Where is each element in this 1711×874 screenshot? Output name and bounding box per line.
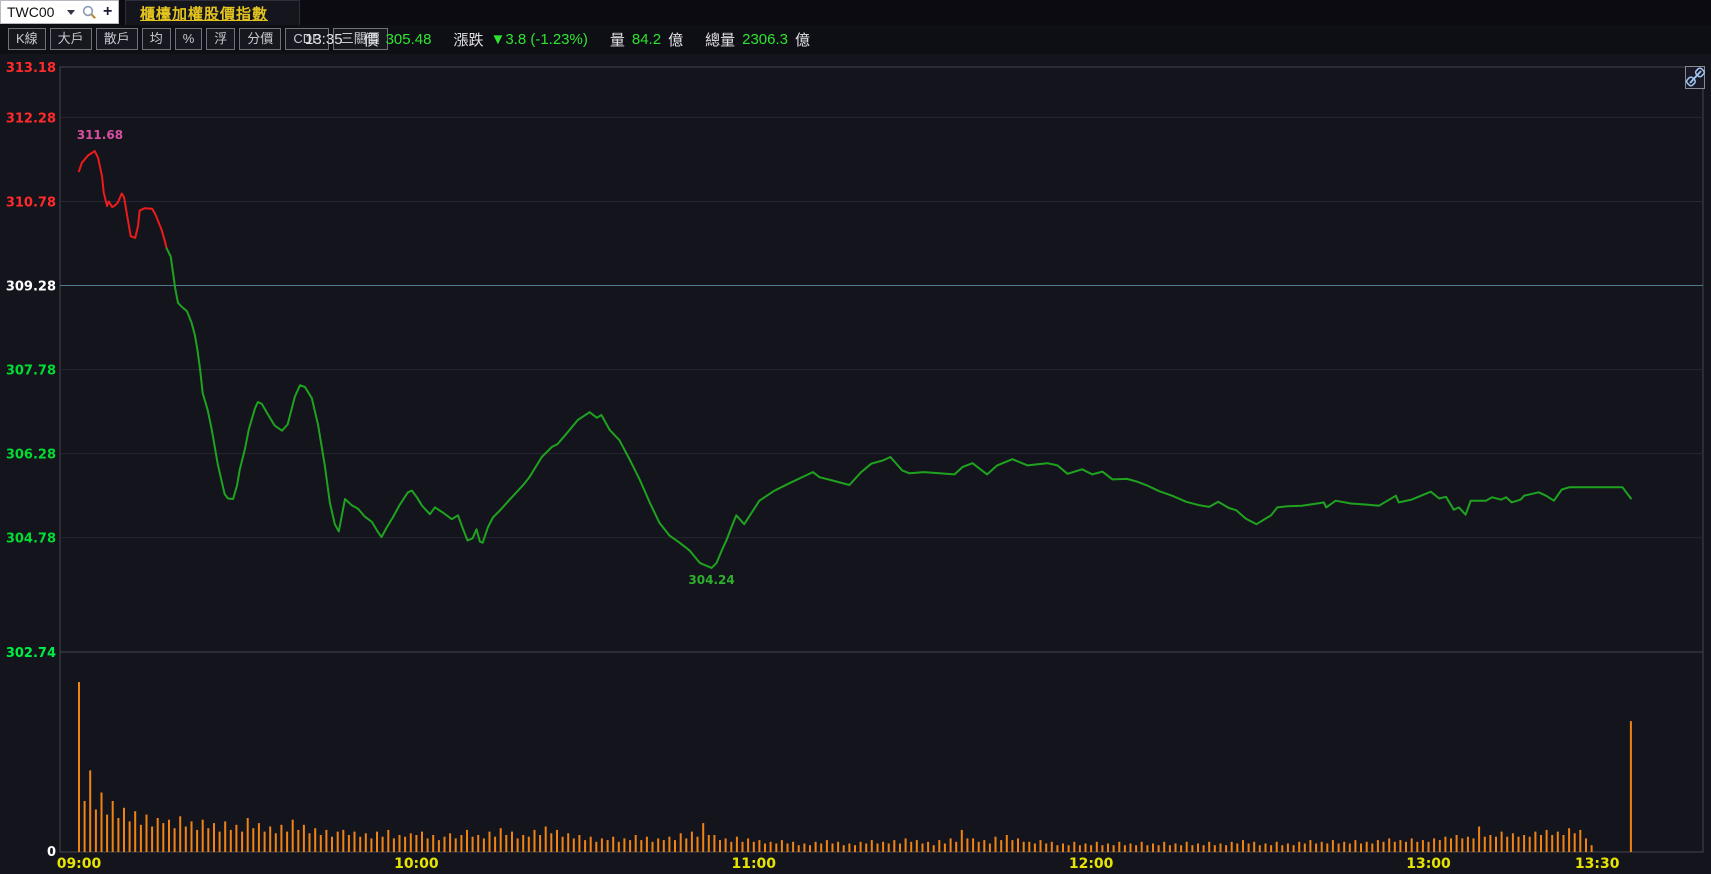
symbol-input[interactable] [1,2,67,22]
quote-time: 13:35 [305,31,343,48]
title-row: + 櫃檯加權股價指數 [0,0,1711,25]
volume-value: 84.2 [631,31,662,48]
y-axis-label: 302.74 [6,646,56,661]
x-axis-label-1100: 11:00 [731,856,776,872]
app-window: 313.18 312.28 310.78 309.28 307.78 306.28 304.… [0,0,1711,874]
y-axis-label: 306.28 [6,448,56,463]
x-axis-label-1200: 12:00 [1069,856,1114,872]
search-icon[interactable] [81,4,97,20]
price-line-above-prev-close [78,150,168,250]
y-axis-label: 313.18 [6,61,56,76]
volume-zero-label: 0 [47,845,56,860]
y-axis-label: 309.28 [6,280,56,295]
price-line-below-prev-close [165,247,1632,569]
intraday-chart: 313.18 312.28 310.78 309.28 307.78 306.28 304.… [6,61,1706,872]
symbol-search-box[interactable]: + [0,0,119,24]
session-high-label: 311.68 [77,128,123,142]
dropdown-caret-icon[interactable] [67,9,75,15]
volume-label: 量 [609,32,625,49]
chart-frame [59,66,1704,853]
y-axis-label: 310.78 [6,195,56,210]
toolbar-button-float[interactable]: 浮 [206,28,236,50]
link-button[interactable] [1685,66,1706,89]
volume-bars [78,682,1632,852]
total-volume-unit: 億 [795,32,811,49]
y-axis-label: 304.78 [6,532,56,547]
toolbar-button-percent[interactable]: % [174,28,203,50]
y-axis-label: 307.78 [6,364,56,379]
total-volume-label: 總量 [705,32,736,49]
change-value: ▼3.8 (-1.23%) [490,31,588,48]
toolbar-button-average[interactable]: 均 [141,28,171,50]
x-axis-label-0900: 09:00 [57,856,102,872]
toolbar-button-price-dist[interactable]: 分價 [239,28,282,50]
price-label: 價 [363,32,379,49]
tab-label: 櫃檯加權股價指數 [140,5,269,23]
total-volume-value: 2306.3 [742,31,788,48]
toolbar-button-retail[interactable]: 散戶 [95,28,138,50]
session-low-label: 304.24 [688,573,734,587]
status-line: 13:35 價 305.48 漲跌 ▼3.8 (-1.23%) 量 84.2 億… [305,29,810,50]
y-axis-label: 312.28 [6,111,56,126]
change-label: 漲跌 [453,32,484,49]
price-value: 305.48 [385,31,432,48]
add-symbol-button[interactable]: + [99,2,116,22]
x-axis-label-1000: 10:00 [394,856,439,872]
x-axis-label-1330: 13:30 [1575,856,1620,872]
volume-unit: 億 [668,32,684,49]
x-axis-label-1300: 13:00 [1406,856,1451,872]
tab-index-name[interactable]: 櫃檯加權股價指數 [125,0,300,25]
toolbar-row: K線 大戶 散戶均% 浮分價 CDP 三關價 13:35 價 305.48 漲跌 ▼3.8… [0,25,1711,54]
toolbar-button-big-traders[interactable]: 大戶 [49,28,92,50]
toolbar-button-kline[interactable]: K線 [8,28,46,50]
